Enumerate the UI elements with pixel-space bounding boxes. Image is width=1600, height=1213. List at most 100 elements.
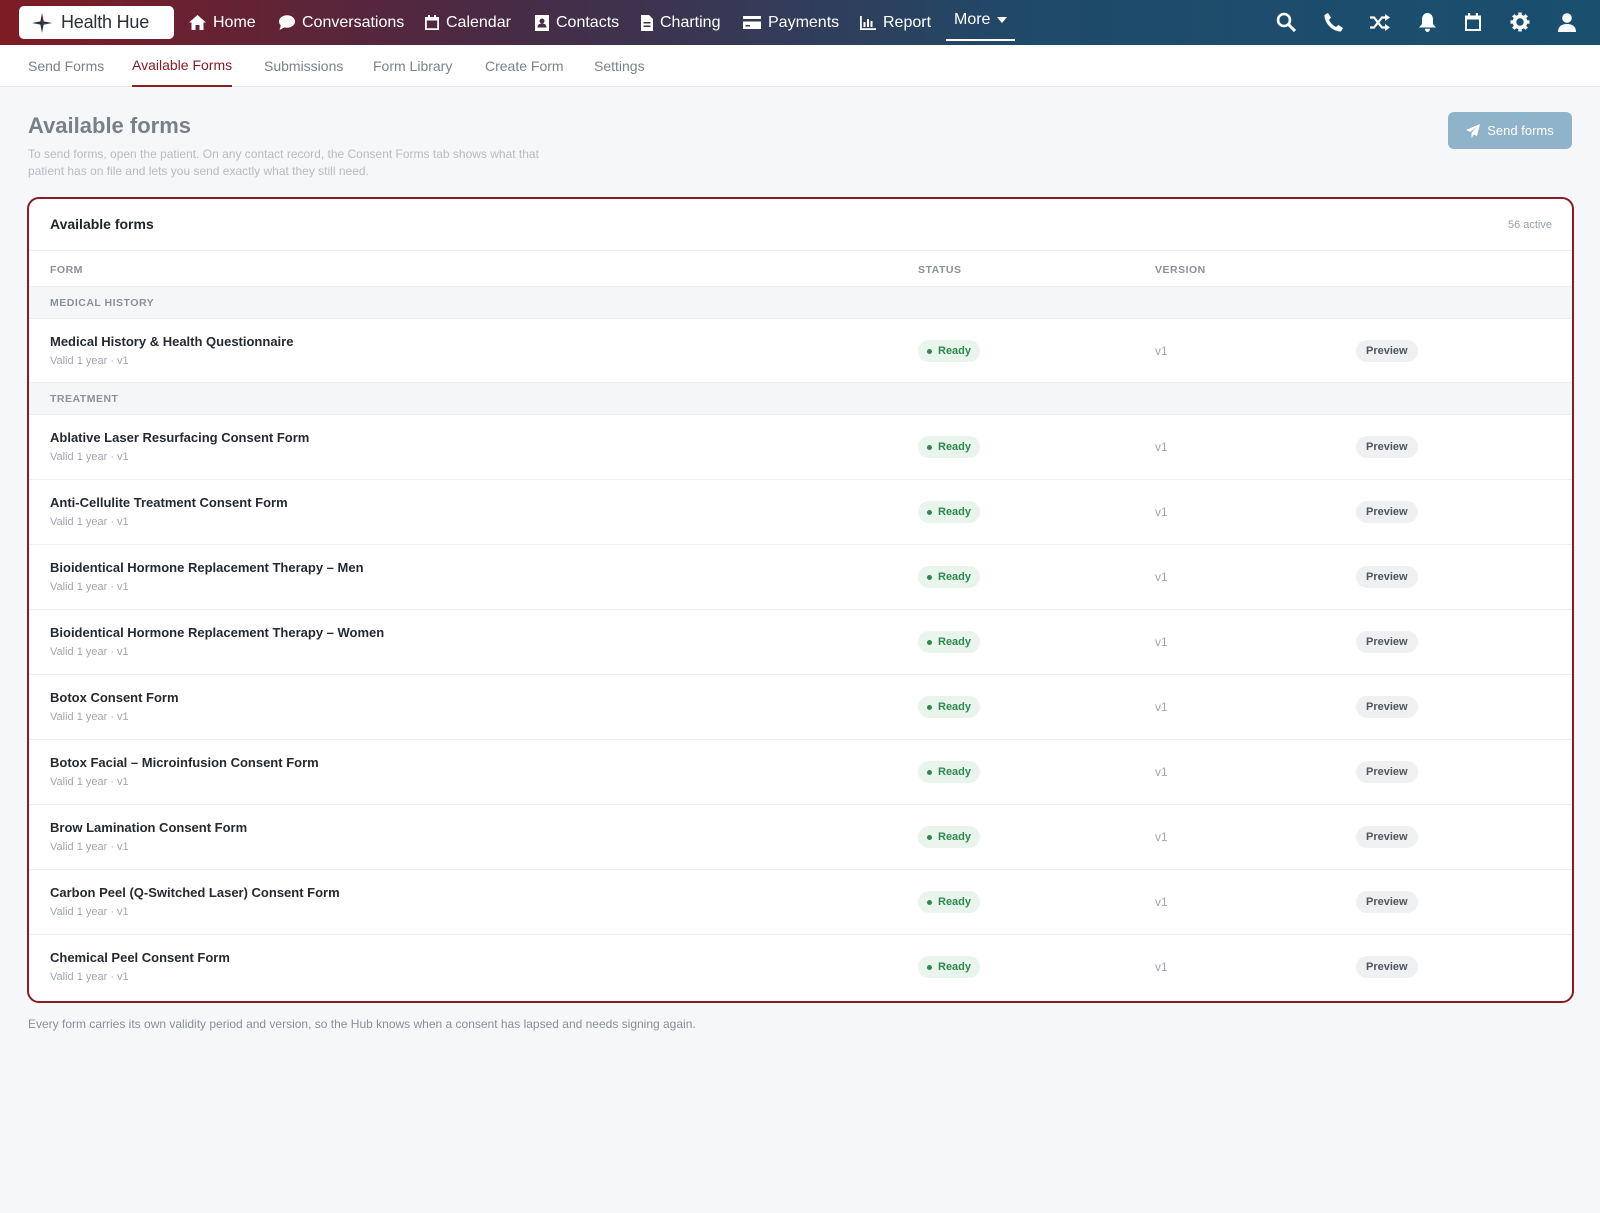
- nav-calendar[interactable]: Calendar: [425, 0, 511, 45]
- status-dot-icon: [927, 639, 932, 645]
- status-text: Ready: [938, 636, 972, 648]
- contacts-icon: [535, 14, 549, 31]
- nav-charting-label: Charting: [660, 13, 721, 31]
- form-name: Bioidentical Hormone Replacement Therapy…: [50, 560, 364, 575]
- preview-button[interactable]: Preview: [1356, 436, 1418, 458]
- preview-button[interactable]: Preview: [1356, 956, 1418, 978]
- preview-button[interactable]: Preview: [1356, 891, 1418, 913]
- form-meta: Valid 1 year · v1: [50, 516, 129, 528]
- status-badge: Ready: [918, 956, 981, 978]
- status-badge: Ready: [918, 340, 981, 362]
- table-row[interactable]: Anti-Cellulite Treatment Consent Form Va…: [29, 480, 1572, 545]
- table-row[interactable]: Ablative Laser Resurfacing Consent Form …: [29, 415, 1572, 480]
- notifications-button[interactable]: [1416, 11, 1438, 33]
- table-row[interactable]: Chemical Peel Consent Form Valid 1 year …: [29, 935, 1572, 1000]
- tab-send-forms[interactable]: Send Forms: [28, 45, 104, 87]
- form-meta: Valid 1 year · v1: [50, 971, 129, 983]
- preview-button[interactable]: Preview: [1356, 761, 1418, 783]
- version-text: v1: [1155, 895, 1168, 909]
- preview-button[interactable]: Preview: [1356, 340, 1418, 362]
- status-badge: Ready: [918, 826, 981, 848]
- table-row[interactable]: Carbon Peel (Q-Switched Laser) Consent F…: [29, 870, 1572, 935]
- table-row[interactable]: Brow Lamination Consent Form Valid 1 yea…: [29, 805, 1572, 870]
- version-text: v1: [1155, 960, 1168, 974]
- document-icon: [641, 14, 653, 31]
- table-row[interactable]: Medical History & Health Questionnaire V…: [29, 319, 1572, 383]
- nav-calendar-label: Calendar: [446, 13, 511, 31]
- tab-create-form[interactable]: Create Form: [485, 45, 564, 87]
- nav-home[interactable]: Home: [189, 0, 256, 45]
- available-forms-card: Available forms 56 active FORM STATUS VE…: [27, 197, 1574, 1003]
- calendar-icon: [1465, 13, 1481, 31]
- status-badge: Ready: [918, 761, 981, 783]
- form-name: Anti-Cellulite Treatment Consent Form: [50, 495, 288, 510]
- form-meta: Valid 1 year · v1: [50, 711, 129, 723]
- tab-form-library[interactable]: Form Library: [373, 45, 452, 87]
- settings-button[interactable]: [1509, 11, 1531, 33]
- nav-payments[interactable]: Payments: [743, 0, 839, 45]
- search-icon: [1276, 12, 1296, 32]
- tab-settings[interactable]: Settings: [594, 45, 645, 87]
- card-header: Available forms 56 active: [29, 199, 1572, 251]
- calendar-button[interactable]: [1462, 11, 1484, 33]
- preview-button[interactable]: Preview: [1356, 696, 1418, 718]
- profile-button[interactable]: [1556, 11, 1578, 33]
- tab-submissions[interactable]: Submissions: [264, 45, 343, 87]
- preview-button[interactable]: Preview: [1356, 566, 1418, 588]
- nav-report-label: Report: [883, 13, 932, 31]
- table-row[interactable]: Botox Facial – Microinfusion Consent For…: [29, 740, 1572, 805]
- version-text: v1: [1155, 635, 1168, 649]
- version-text: v1: [1155, 700, 1168, 714]
- status-badge: Ready: [918, 436, 981, 458]
- column-version: VERSION: [1155, 264, 1206, 276]
- page-title: Available forms: [28, 113, 192, 138]
- status-text: Ready: [938, 701, 972, 713]
- nav-contacts[interactable]: Contacts: [535, 0, 619, 45]
- forms-table: MEDICAL HISTORY Medical History & Health…: [29, 287, 1572, 1000]
- sub-tabs: Send Forms Available Forms Submissions F…: [0, 45, 1600, 87]
- group-header-treatment: TREATMENT: [29, 383, 1572, 415]
- top-navigation: Health Hue Home Conversations Calendar C…: [0, 0, 1600, 45]
- phone-icon: [1323, 12, 1343, 32]
- status-badge: Ready: [918, 566, 981, 588]
- form-meta: Valid 1 year · v1: [50, 906, 129, 918]
- send-forms-label: Send forms: [1487, 123, 1554, 138]
- version-text: v1: [1155, 765, 1168, 779]
- shuffle-button[interactable]: [1369, 11, 1391, 33]
- search-button[interactable]: [1275, 11, 1297, 33]
- column-form: FORM: [50, 264, 83, 276]
- status-dot-icon: [927, 574, 932, 580]
- status-dot-icon: [927, 899, 932, 905]
- table-row[interactable]: Botox Consent Form Valid 1 year · v1 Rea…: [29, 675, 1572, 740]
- phone-button[interactable]: [1322, 11, 1344, 33]
- form-name: Chemical Peel Consent Form: [50, 950, 230, 965]
- nav-report[interactable]: Report: [860, 0, 931, 45]
- status-text: Ready: [938, 345, 972, 357]
- brand-logo[interactable]: Health Hue: [19, 6, 174, 39]
- version-text: v1: [1155, 440, 1168, 454]
- table-row[interactable]: Bioidentical Hormone Replacement Therapy…: [29, 610, 1572, 675]
- chat-icon: [279, 15, 295, 30]
- nav-conversations-label: Conversations: [302, 13, 405, 31]
- nav-more-dropdown[interactable]: More: [946, 0, 1016, 41]
- page-description: To send forms, open the patient. On any …: [28, 147, 539, 178]
- nav-more-label: More: [954, 10, 991, 28]
- preview-button[interactable]: Preview: [1356, 826, 1418, 848]
- home-icon: [189, 15, 206, 30]
- user-icon: [1558, 12, 1576, 32]
- send-forms-button[interactable]: Send forms: [1448, 112, 1572, 149]
- status-text: Ready: [938, 831, 972, 843]
- tab-available-forms[interactable]: Available Forms: [132, 45, 233, 87]
- status-badge: Ready: [918, 696, 981, 718]
- version-text: v1: [1155, 570, 1168, 584]
- brand-name: Health Hue: [61, 12, 150, 32]
- preview-button[interactable]: Preview: [1356, 501, 1418, 523]
- active-count: 56 active: [1507, 219, 1552, 231]
- table-row[interactable]: Bioidentical Hormone Replacement Therapy…: [29, 545, 1572, 610]
- nav-charting[interactable]: Charting: [641, 0, 720, 45]
- form-name: Carbon Peel (Q-Switched Laser) Consent F…: [50, 885, 340, 900]
- paper-plane-icon: [1466, 123, 1481, 138]
- preview-button[interactable]: Preview: [1356, 631, 1418, 653]
- group-header-medical-history: MEDICAL HISTORY: [29, 287, 1572, 319]
- nav-conversations[interactable]: Conversations: [279, 0, 404, 45]
